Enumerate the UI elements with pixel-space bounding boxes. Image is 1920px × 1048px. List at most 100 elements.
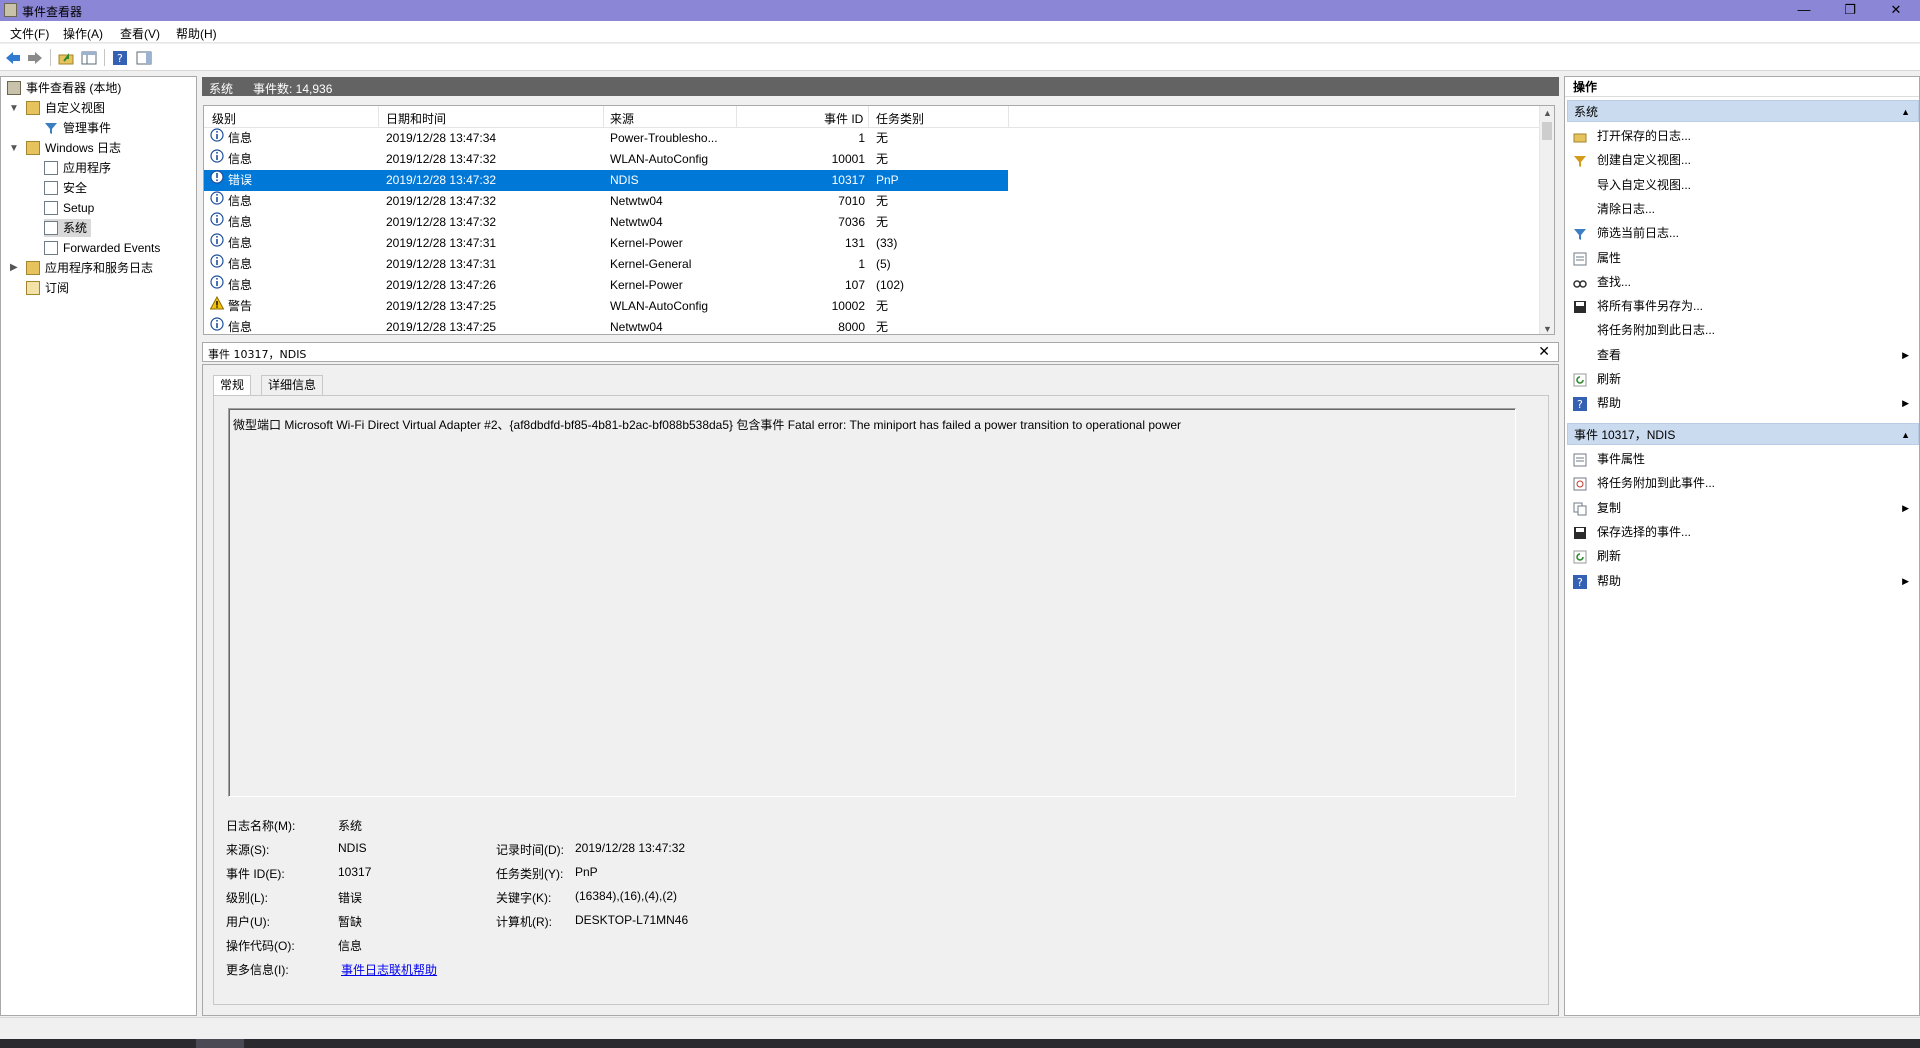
action-item[interactable]: 保存选择的事件... [1565, 521, 1919, 543]
scroll-thumb[interactable] [1542, 122, 1552, 140]
event-level: 错误 [228, 173, 253, 187]
action-label: 将任务附加到此日志... [1597, 323, 1716, 338]
actions-section-system[interactable]: 系统 ▲ [1567, 100, 1919, 122]
menu-file[interactable]: 文件(F) [10, 25, 49, 42]
minimize-button[interactable]: — [1781, 0, 1827, 21]
tree-item-system[interactable]: 系统 [44, 219, 92, 237]
action-item[interactable]: 清除日志... [1565, 198, 1919, 220]
event-row[interactable]: 信息 2019/12/28 13:47:32 Netwtw04 无 7010 [204, 191, 1008, 212]
close-window-button[interactable]: ✕ [1873, 0, 1919, 21]
info-icon [210, 275, 224, 289]
tree-item-apps-services-logs[interactable]: 应用程序和服务日志 [26, 259, 153, 277]
event-row[interactable]: 信息 2019/12/28 13:47:34 Power-Troublesho...… [204, 128, 1008, 149]
tree-item-administrative-events[interactable]: 管理事件 [44, 119, 111, 137]
menu-view[interactable]: 查看(V) [120, 25, 160, 42]
scroll-down-icon[interactable]: ▼ [1543, 324, 1552, 334]
tree-label: Windows 日志 [45, 141, 122, 155]
chevron-down-icon[interactable]: ▼ [9, 143, 19, 154]
back-arrow-icon[interactable] [4, 49, 21, 66]
maximize-button[interactable]: ❐ [1827, 0, 1873, 21]
action-label: 刷新 [1597, 372, 1622, 386]
event-row[interactable]: 错误 2019/12/28 13:47:32 NDIS PnP 10317 [204, 170, 1008, 191]
action-item[interactable]: 打开保存的日志... [1565, 125, 1919, 147]
action-item[interactable]: 将任务附加到此日志... [1565, 319, 1919, 341]
event-row[interactable]: 信息 2019/12/28 13:47:32 Netwtw04 无 7036 [204, 212, 1008, 233]
up-folder-icon[interactable] [57, 49, 74, 66]
column-header-event-id[interactable]: 事件 ID [824, 110, 863, 127]
action-item[interactable]: 属性 [1565, 247, 1919, 269]
action-label: 筛选当前日志... [1597, 226, 1680, 241]
action-label: 保存选择的事件... [1597, 524, 1692, 539]
label-keywords: 关键字(K): [496, 891, 552, 905]
event-row[interactable]: 信息 2019/12/28 13:47:26 Kernel-Power (102) 10… [204, 275, 1008, 296]
task-icon [1573, 476, 1587, 491]
help-icon[interactable]: ? [111, 49, 128, 66]
event-row[interactable]: 警告 2019/12/28 13:47:25 WLAN-AutoConfig 无 100… [204, 295, 1008, 317]
tree-item-application[interactable]: 应用程序 [44, 159, 111, 177]
action-item[interactable]: 事件属性 [1565, 448, 1919, 470]
event-id: 107 [844, 278, 865, 292]
tree-item-subscriptions[interactable]: 订阅 [26, 279, 69, 297]
tree-label: Forwarded Events [63, 241, 161, 255]
menu-action[interactable]: 操作(A) [63, 25, 103, 42]
event-list-scrollbar[interactable]: ▲ ▼ [1539, 106, 1554, 334]
chevron-down-icon[interactable]: ▼ [9, 103, 19, 114]
forward-arrow-icon[interactable] [26, 49, 43, 66]
action-item[interactable]: 刷新 [1565, 368, 1919, 390]
chevron-right-icon[interactable]: ▶ [10, 262, 18, 273]
filter-icon [1573, 226, 1587, 241]
tab-general[interactable]: 常规 [213, 375, 252, 395]
column-header-source[interactable]: 来源 [610, 110, 634, 127]
tree-item-security[interactable]: 安全 [44, 179, 87, 197]
tree-label: 订阅 [45, 281, 70, 295]
event-datetime: 2019/12/28 13:47:32 [386, 152, 497, 166]
show-hide-tree-icon[interactable] [80, 49, 97, 66]
show-action-pane-icon[interactable] [135, 49, 152, 66]
event-source: Netwtw04 [610, 320, 663, 334]
collapse-up-icon[interactable]: ▲ [1901, 424, 1910, 446]
tab-details[interactable]: 详细信息 [261, 375, 324, 395]
tree-item-setup[interactable]: Setup [44, 199, 94, 217]
event-row[interactable]: 信息 2019/12/28 13:47:31 Kernel-General (5) 1 [204, 254, 1008, 275]
action-item[interactable]: 查看 ▶ [1565, 344, 1919, 366]
action-item[interactable]: ? 帮助 ▶ [1565, 570, 1919, 592]
tree-item-custom-views[interactable]: 自定义视图 [26, 99, 105, 117]
event-detail-pane: 常规 详细信息 微型端口 Microsoft Wi-Fi Direct Virt… [202, 364, 1559, 1016]
action-item[interactable]: 导入自定义视图... [1565, 174, 1919, 196]
action-item[interactable]: 筛选当前日志... [1565, 222, 1919, 244]
event-row[interactable]: 信息 2019/12/28 13:47:31 Kernel-Power (33) 131 [204, 233, 1008, 254]
tree-item-forwarded-events[interactable]: Forwarded Events [44, 239, 160, 257]
menu-help[interactable]: 帮助(H) [176, 25, 217, 42]
online-help-link[interactable]: 事件日志联机帮助 [341, 961, 437, 978]
event-row[interactable]: 信息 2019/12/28 13:47:25 Netwtw04 无 8000 [204, 317, 1008, 334]
event-row[interactable]: 信息 2019/12/28 13:47:32 WLAN-AutoConfig 无 100… [204, 149, 1008, 170]
tree-item-windows-logs[interactable]: Windows 日志 [26, 139, 121, 157]
action-label: 将所有事件另存为... [1597, 299, 1704, 314]
action-item[interactable]: 查找... [1565, 271, 1919, 293]
scroll-up-icon[interactable]: ▲ [1543, 108, 1552, 118]
event-task-category: PnP [876, 173, 899, 187]
action-item[interactable]: 将任务附加到此事件... [1565, 472, 1919, 494]
info-icon [210, 317, 224, 331]
actions-section-event[interactable]: 事件 10317，NDIS ▲ [1567, 423, 1919, 445]
action-item[interactable]: 将所有事件另存为... [1565, 295, 1919, 317]
close-detail-icon[interactable]: ✕ [1538, 344, 1550, 360]
column-header-datetime[interactable]: 日期和时间 [386, 110, 446, 127]
column-header-task-category[interactable]: 任务类别 [876, 110, 924, 127]
action-item[interactable]: 复制 ▶ [1565, 497, 1919, 519]
tree-item-event-viewer-local[interactable]: 事件查看器 (本地) [7, 79, 121, 97]
event-datetime: 2019/12/28 13:47:31 [386, 236, 497, 250]
event-source: Kernel-Power [610, 236, 683, 250]
info-icon [210, 212, 224, 226]
action-item[interactable]: 创建自定义视图... [1565, 149, 1919, 171]
event-message-box[interactable]: 微型端口 Microsoft Wi-Fi Direct Virtual Adap… [228, 408, 1516, 797]
section-label: 系统 [1574, 105, 1599, 119]
action-item[interactable]: 刷新 [1565, 545, 1919, 567]
tree-label: 应用程序和服务日志 [45, 261, 154, 275]
collapse-up-icon[interactable]: ▲ [1901, 101, 1910, 123]
taskbar-active-app[interactable] [196, 1039, 244, 1048]
action-label: 属性 [1597, 250, 1622, 265]
column-header-level[interactable]: 级别 [212, 110, 236, 127]
action-item[interactable]: ? 帮助 ▶ [1565, 392, 1919, 414]
event-source: Power-Troublesho... [610, 131, 718, 145]
